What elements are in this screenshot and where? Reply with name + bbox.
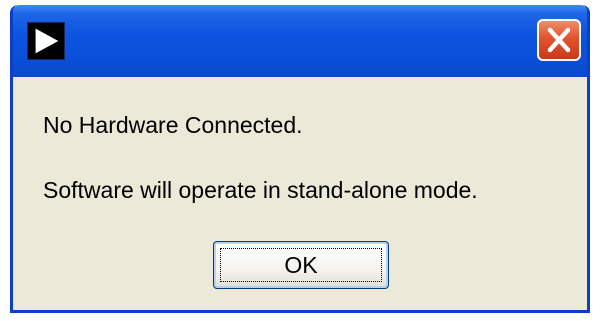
message-line-hardware: No Hardware Connected. <box>43 112 303 138</box>
message-dialog: No Hardware Connected. Software will ope… <box>10 5 590 313</box>
close-button[interactable] <box>537 19 581 61</box>
play-arrow-icon <box>27 22 65 60</box>
message-line-standalone: Software will operate in stand-alone mod… <box>43 177 478 203</box>
ok-button-label: OK <box>284 252 318 278</box>
ok-button[interactable]: OK <box>213 241 389 289</box>
title-bar[interactable] <box>13 5 587 77</box>
close-icon <box>547 27 571 53</box>
